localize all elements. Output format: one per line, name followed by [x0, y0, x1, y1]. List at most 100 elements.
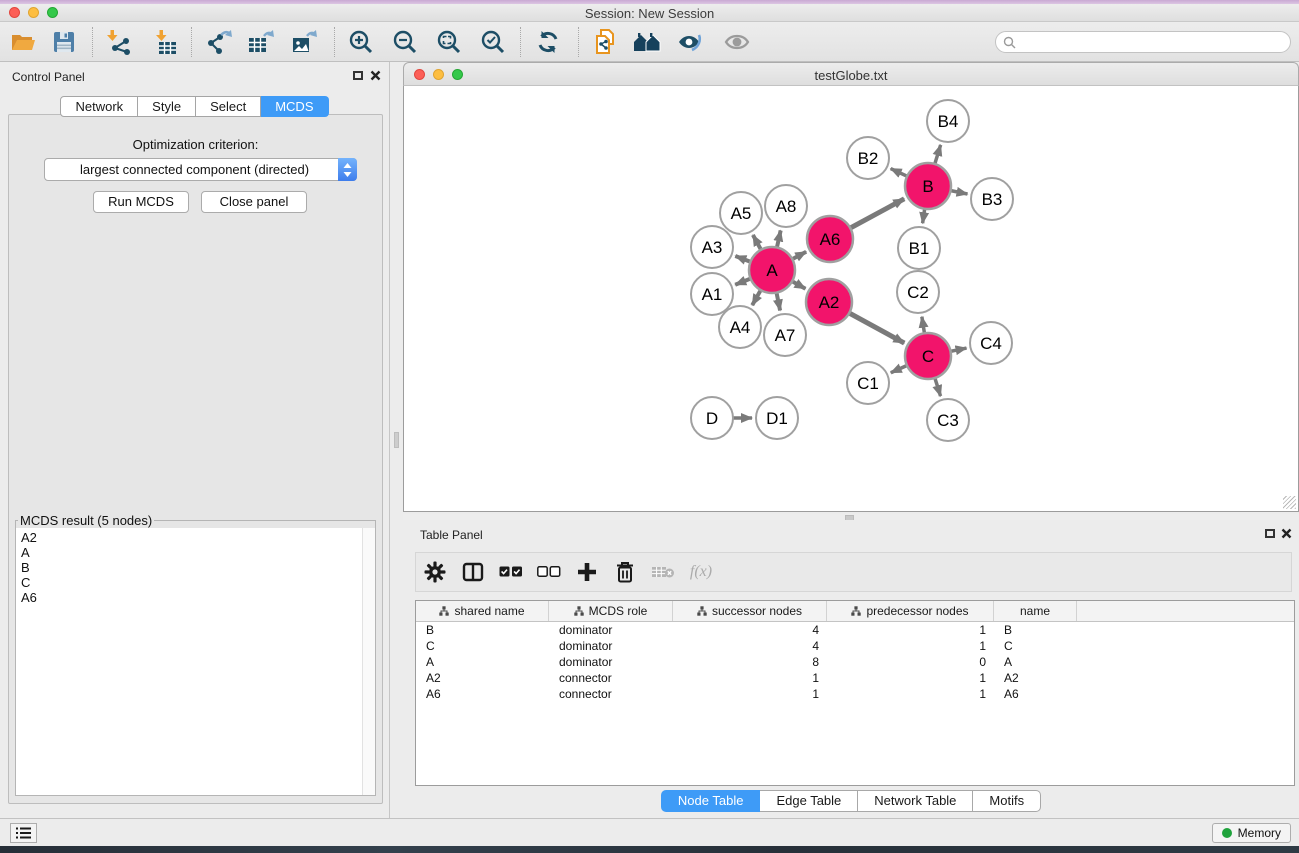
table-cell[interactable]: A2: [994, 670, 1077, 686]
toggle-columns-button[interactable]: [454, 556, 492, 588]
table-cell[interactable]: 8: [673, 654, 827, 670]
table-row[interactable]: A2connector11A2: [416, 670, 1294, 686]
table-cell[interactable]: B: [994, 622, 1077, 638]
refresh-layout-button[interactable]: [530, 26, 566, 58]
network-graph[interactable]: AA1A2A3A4A5A6A7A8BB1B2B3B4CC1C2C3C4DD1: [404, 86, 1298, 510]
table-cell[interactable]: 1: [827, 686, 994, 702]
import-table-button[interactable]: [147, 26, 183, 58]
table-cell[interactable]: B: [416, 622, 549, 638]
graph-node-C3[interactable]: C3: [927, 399, 969, 441]
table-cell[interactable]: A2: [416, 670, 549, 686]
table-cell[interactable]: A: [994, 654, 1077, 670]
table-cell[interactable]: 0: [827, 654, 994, 670]
table-settings-button[interactable]: [416, 556, 454, 588]
list-item[interactable]: A: [21, 545, 375, 560]
tab-mcds[interactable]: MCDS: [261, 96, 328, 117]
table-cell[interactable]: connector: [549, 686, 673, 702]
table-cell[interactable]: A6: [416, 686, 549, 702]
mcds-result-list[interactable]: A2ABCA6: [16, 528, 375, 795]
table-row[interactable]: A6connector11A6: [416, 686, 1294, 702]
criterion-dropdown[interactable]: largest connected component (directed): [44, 158, 357, 181]
close-panel-icon[interactable]: [1281, 528, 1292, 539]
list-item[interactable]: C: [21, 575, 375, 590]
column-header[interactable]: successor nodes: [673, 601, 827, 621]
float-panel-icon[interactable]: [1265, 529, 1275, 538]
export-network-button[interactable]: [200, 26, 236, 58]
list-item[interactable]: A6: [21, 590, 375, 605]
table-cell[interactable]: 1: [673, 670, 827, 686]
graph-node-A2[interactable]: A2: [806, 279, 852, 325]
column-header[interactable]: predecessor nodes: [827, 601, 994, 621]
table-cell[interactable]: C: [994, 638, 1077, 654]
run-mcds-button[interactable]: Run MCDS: [93, 191, 189, 213]
close-panel-icon[interactable]: [370, 70, 381, 81]
panel-splitter[interactable]: [390, 62, 403, 818]
graph-node-B1[interactable]: B1: [898, 227, 940, 269]
graph-node-A[interactable]: A: [749, 247, 795, 293]
tab-edge-table[interactable]: Edge Table: [760, 790, 858, 812]
graph-node-B2[interactable]: B2: [847, 137, 889, 179]
table-cell[interactable]: 1: [827, 670, 994, 686]
graph-node-A7[interactable]: A7: [764, 314, 806, 356]
tab-node-table[interactable]: Node Table: [661, 790, 761, 812]
table-cell[interactable]: C: [416, 638, 549, 654]
table-cell[interactable]: dominator: [549, 654, 673, 670]
graph-node-C[interactable]: C: [905, 333, 951, 379]
splitter-handle[interactable]: [394, 432, 399, 448]
export-image-button[interactable]: [287, 26, 323, 58]
table-cell[interactable]: A6: [994, 686, 1077, 702]
column-header[interactable]: name: [994, 601, 1077, 621]
graph-node-B[interactable]: B: [905, 163, 951, 209]
export-table-button[interactable]: [243, 26, 279, 58]
float-panel-icon[interactable]: [353, 71, 363, 80]
graph-node-A1[interactable]: A1: [691, 273, 733, 315]
select-all-button[interactable]: [492, 556, 530, 588]
tab-network-table[interactable]: Network Table: [858, 790, 973, 812]
close-panel-button[interactable]: Close panel: [201, 191, 307, 213]
import-network-button[interactable]: [102, 26, 138, 58]
home-button[interactable]: [630, 26, 666, 58]
graph-node-B3[interactable]: B3: [971, 178, 1013, 220]
table-cell[interactable]: 1: [827, 622, 994, 638]
table-row[interactable]: Adominator80A: [416, 654, 1294, 670]
graph-node-C1[interactable]: C1: [847, 362, 889, 404]
column-header[interactable]: MCDS role: [549, 601, 673, 621]
network-window-titlebar[interactable]: testGlobe.txt: [403, 62, 1299, 86]
show-graphics-details-button[interactable]: [719, 26, 755, 58]
open-session-button[interactable]: [5, 26, 41, 58]
zoom-fit-button[interactable]: [431, 26, 467, 58]
graph-node-A3[interactable]: A3: [691, 226, 733, 268]
table-cell[interactable]: 4: [673, 622, 827, 638]
search-input[interactable]: [1020, 33, 1290, 51]
tab-network[interactable]: Network: [60, 96, 138, 117]
table-cell[interactable]: A: [416, 654, 549, 670]
graph-node-A5[interactable]: A5: [720, 192, 762, 234]
search-field[interactable]: [995, 31, 1291, 53]
graph-node-A4[interactable]: A4: [719, 306, 761, 348]
tab-motifs[interactable]: Motifs: [973, 790, 1041, 812]
add-column-button[interactable]: [568, 556, 606, 588]
graph-node-A6[interactable]: A6: [807, 216, 853, 262]
graph-node-B4[interactable]: B4: [927, 100, 969, 142]
window-resize-handle[interactable]: [1283, 496, 1296, 509]
node-table[interactable]: shared nameMCDS rolesuccessor nodesprede…: [415, 600, 1295, 786]
app-titlebar[interactable]: Session: New Session: [0, 4, 1299, 22]
table-cell[interactable]: dominator: [549, 622, 673, 638]
table-row[interactable]: Cdominator41C: [416, 638, 1294, 654]
tab-select[interactable]: Select: [196, 96, 261, 117]
task-history-button[interactable]: [10, 823, 37, 843]
function-builder-button[interactable]: f(x): [682, 556, 720, 588]
graph-node-A8[interactable]: A8: [765, 185, 807, 227]
save-session-button[interactable]: [46, 26, 82, 58]
graph-node-C2[interactable]: C2: [897, 271, 939, 313]
table-cell[interactable]: 4: [673, 638, 827, 654]
zoom-in-button[interactable]: [343, 26, 379, 58]
table-cell[interactable]: 1: [827, 638, 994, 654]
table-cell[interactable]: dominator: [549, 638, 673, 654]
deselect-all-button[interactable]: [530, 556, 568, 588]
table-cell[interactable]: connector: [549, 670, 673, 686]
column-header[interactable]: shared name: [416, 601, 549, 621]
table-cell[interactable]: 1: [673, 686, 827, 702]
network-canvas[interactable]: AA1A2A3A4A5A6A7A8BB1B2B3B4CC1C2C3C4DD1: [403, 86, 1299, 512]
network-from-selection-button[interactable]: [588, 26, 624, 58]
